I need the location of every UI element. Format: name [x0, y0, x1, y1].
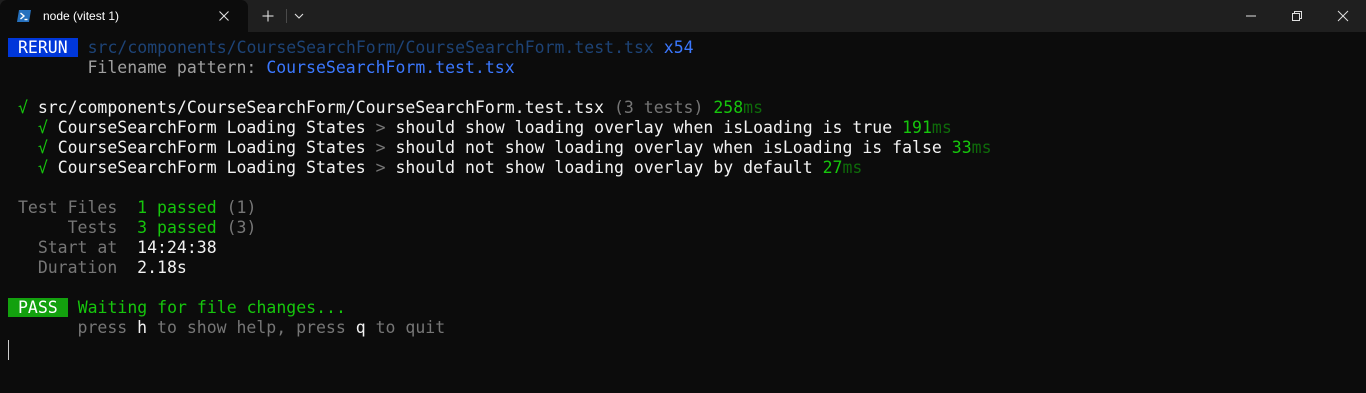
terminal-output[interactable]: RERUN src/components/CourseSearchForm/Co… [8, 38, 1358, 388]
help-key-h: h [137, 318, 148, 337]
chevron-down-icon[interactable] [291, 8, 307, 24]
test-description: should not show loading overlay by defau… [395, 158, 813, 177]
suite-time: 258 [713, 98, 744, 117]
help-text-2: to show help, press [157, 318, 346, 337]
summary-start: Start at 14:24:38 [8, 238, 217, 258]
tab-title: node (vitest 1) [43, 9, 120, 23]
minimize-icon [1246, 15, 1256, 17]
test-separator: > [375, 118, 386, 137]
close-window-button[interactable] [1320, 0, 1366, 32]
filename-pattern-line: Filename pattern: CourseSearchForm.test.… [8, 58, 515, 78]
rerun-count: x54 [663, 38, 694, 57]
test-row: √ CourseSearchForm Loading States > shou… [8, 158, 863, 178]
test-time: 191 [902, 118, 932, 137]
status-line: PASS Waiting for file changes... [8, 298, 346, 318]
test-files-label: Test Files [17, 198, 118, 217]
filename-pattern-label: Filename pattern: [87, 58, 257, 77]
test-time: 27 [822, 158, 843, 177]
start-label: Start at [37, 238, 118, 257]
restore-icon [1292, 11, 1302, 21]
duration-label: Duration [37, 258, 118, 277]
filename-pattern-value: CourseSearchForm.test.tsx [266, 58, 515, 77]
test-time-unit: ms [842, 158, 863, 177]
test-description: should not show loading overlay when isL… [395, 138, 942, 157]
test-row: √ CourseSearchForm Loading States > shou… [8, 138, 992, 158]
tab-separator [286, 9, 287, 23]
terminal-cursor [8, 340, 9, 360]
test-row: √ CourseSearchForm Loading States > shou… [8, 118, 952, 138]
title-bar: node (vitest 1) [0, 0, 1366, 32]
help-text-1: press [77, 318, 128, 337]
help-key-q: q [355, 318, 366, 337]
suite-file: src/components/CourseSearchForm/CourseSe… [37, 98, 605, 117]
summary-test-files: Test Files 1 passed (1) [8, 198, 256, 218]
pass-badge: PASS [8, 298, 68, 317]
test-suite-name: CourseSearchForm Loading States [57, 138, 366, 157]
rerun-line: RERUN src/components/CourseSearchForm/Co… [8, 38, 694, 58]
terminal-tab[interactable]: node (vitest 1) [0, 0, 248, 32]
restore-button[interactable] [1274, 0, 1320, 32]
new-tab-icon[interactable] [260, 8, 276, 24]
rerun-path: src/components/CourseSearchForm/CourseSe… [87, 38, 654, 57]
close-icon [1337, 10, 1349, 22]
start-value: 14:24:38 [137, 238, 217, 257]
summary-duration: Duration 2.18s [8, 258, 187, 278]
duration-value: 2.18s [137, 258, 187, 277]
tests-passed: 3 passed [137, 218, 217, 237]
tests-total: (3) [226, 218, 257, 237]
rerun-badge: RERUN [8, 38, 78, 57]
test-time: 33 [951, 138, 972, 157]
help-text-3: to quit [375, 318, 446, 337]
test-separator: > [375, 158, 386, 177]
test-time-unit: ms [971, 138, 992, 157]
close-tab-icon[interactable] [216, 8, 232, 24]
tests-label: Tests [67, 218, 118, 237]
test-files-total: (1) [226, 198, 257, 217]
summary-tests: Tests 3 passed (3) [8, 218, 257, 238]
check-icon: √ [37, 118, 48, 137]
test-separator: > [375, 138, 386, 157]
test-description: should show loading overlay when isLoadi… [395, 118, 893, 137]
suite-line: √ src/components/CourseSearchForm/Course… [8, 98, 763, 118]
powershell-icon [17, 10, 31, 22]
check-icon: √ [37, 138, 48, 157]
test-time-unit: ms [931, 118, 952, 137]
suite-count: (3 tests) [613, 98, 704, 117]
test-suite-name: CourseSearchForm Loading States [57, 158, 366, 177]
test-suite-name: CourseSearchForm Loading States [57, 118, 366, 137]
check-icon: √ [37, 158, 48, 177]
suite-time-unit: ms [743, 98, 764, 117]
test-files-passed: 1 passed [137, 198, 217, 217]
status-message: Waiting for file changes... [77, 298, 346, 317]
minimize-button[interactable] [1228, 0, 1274, 32]
help-line: press h to show help, press q to quit [8, 318, 446, 338]
check-icon: √ [17, 98, 28, 117]
